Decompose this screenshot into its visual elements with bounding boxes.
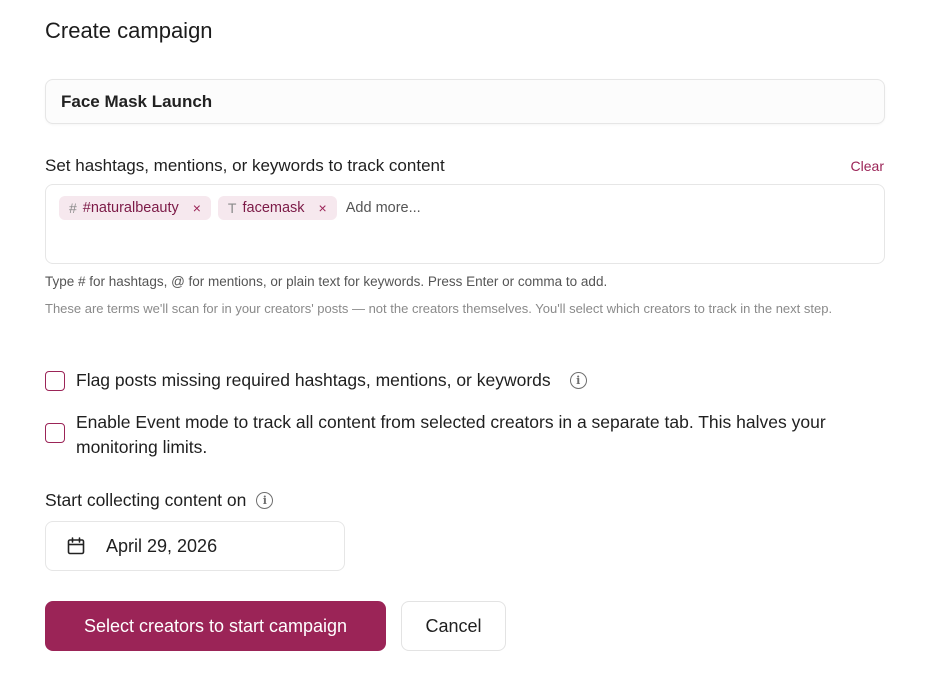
add-tag-input[interactable] [345,196,546,220]
info-icon[interactable]: i [256,492,274,509]
flag-missing-option: Flag posts missing required hashtags, me… [45,370,587,391]
start-date-picker[interactable]: April 29, 2026 [45,521,345,571]
tag-chip-hashtag: # #naturalbeauty × [59,196,211,220]
event-mode-option: Enable Event mode to track all content f… [45,410,885,460]
tag-chip-text: #naturalbeauty [82,200,179,216]
cancel-button[interactable]: Cancel [401,601,506,651]
tag-help-subtext: These are terms we'll scan for in your c… [45,301,833,316]
tag-chip-keyword: T facemask × [217,196,337,220]
tag-chip-text: facemask [242,200,305,216]
flag-missing-label: Flag posts missing required hashtags, me… [76,370,551,390]
calendar-icon [67,537,85,555]
flag-missing-checkbox[interactable] [45,371,65,391]
tracking-label: Set hashtags, mentions, or keywords to t… [45,156,445,175]
start-date-label-row: Start collecting content on i [45,490,274,511]
event-mode-checkbox[interactable] [45,423,65,443]
select-creators-button[interactable]: Select creators to start campaign [45,601,386,651]
clear-link[interactable]: Clear [851,158,884,174]
event-mode-label: Enable Event mode to track all content f… [76,412,826,457]
campaign-name-input[interactable]: Face Mask Launch [45,79,885,124]
tag-input-box[interactable]: # #naturalbeauty × T facemask × [45,184,885,264]
page-title: Create campaign [45,18,213,43]
remove-tag-icon[interactable]: × [319,200,327,216]
keyword-text-icon: T [227,200,237,216]
remove-tag-icon[interactable]: × [193,200,201,216]
start-date-value: April 29, 2026 [106,535,218,556]
tag-help-text: Type # for hashtags, @ for mentions, or … [45,274,608,289]
info-icon[interactable]: i [569,372,587,389]
hashtag-icon: # [69,200,77,216]
start-date-label: Start collecting content on [45,490,247,510]
